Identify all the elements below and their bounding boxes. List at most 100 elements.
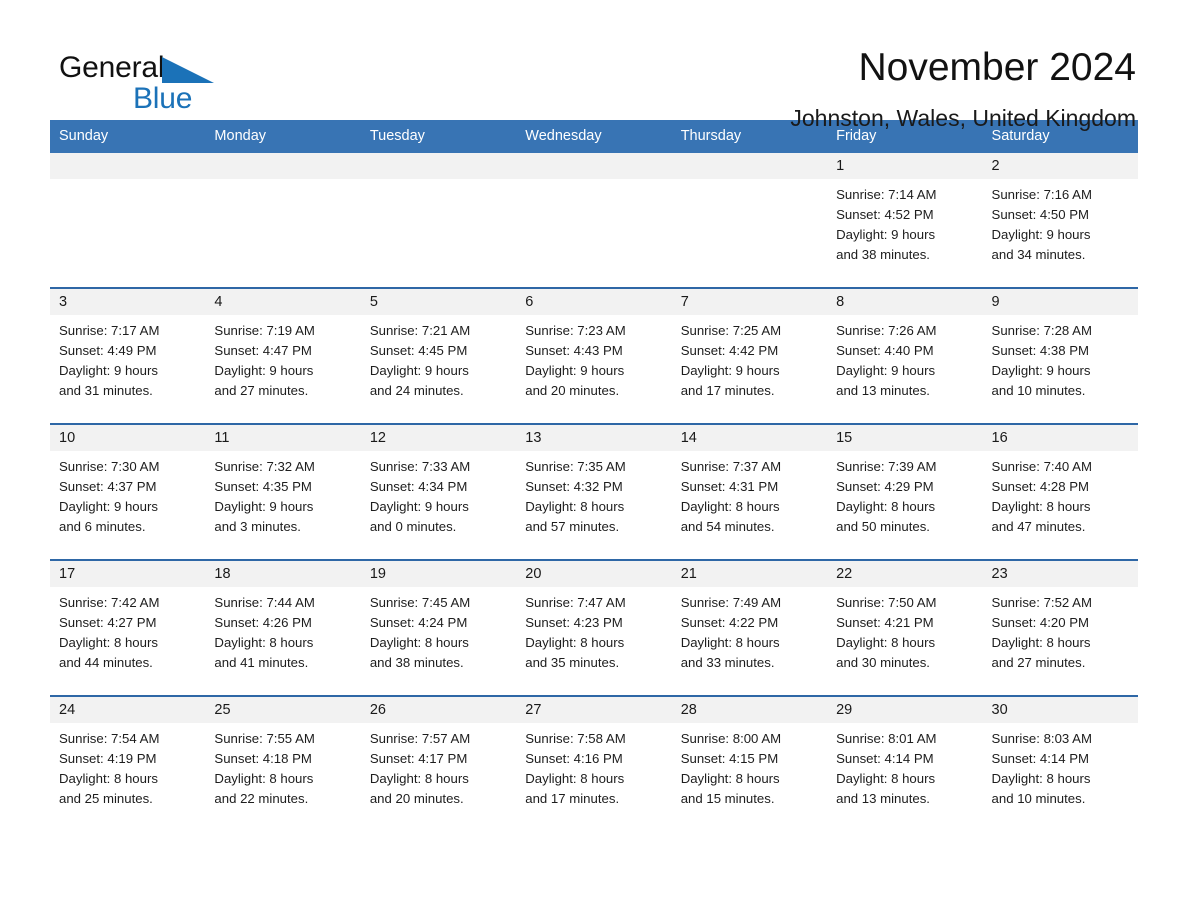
calendar-day-cell[interactable]: 15 Sunrise: 7:39 AM Sunset: 4:29 PM Dayligh… bbox=[827, 423, 983, 560]
day-sun-info: Sunrise: 7:54 AM Sunset: 4:19 PM Daylight:… bbox=[50, 723, 205, 809]
calendar-day-cell[interactable]: 26 Sunrise: 7:57 AM Sunset: 4:17 PM Dayligh… bbox=[360, 695, 517, 831]
calendar-day-cell[interactable]: 6 Sunrise: 7:23 AM Sunset: 4:43 PM Daylight… bbox=[516, 287, 672, 424]
calendar-day-cell[interactable] bbox=[516, 153, 672, 288]
calendar-day-cell[interactable]: 24 Sunrise: 7:54 AM Sunset: 4:19 PM Dayligh… bbox=[50, 695, 206, 831]
calendar-day-cell[interactable]: 18 Sunrise: 7:44 AM Sunset: 4:26 PM Dayligh… bbox=[205, 559, 361, 696]
day-cell-content: 11 Sunrise: 7:32 AM Sunset: 4:35 PM Dayligh… bbox=[205, 425, 361, 559]
sunrise-text: Sunrise: 7:50 AM bbox=[836, 595, 937, 610]
daylight-text-line2: and 24 minutes. bbox=[369, 383, 464, 398]
sunrise-text: Sunrise: 8:03 AM bbox=[991, 731, 1092, 746]
calendar-day-cell[interactable] bbox=[205, 153, 361, 288]
sunrise-text: Sunrise: 7:23 AM bbox=[525, 323, 626, 338]
day-number bbox=[205, 153, 361, 179]
day-cell-content: 10 Sunrise: 7:30 AM Sunset: 4:37 PM Dayligh… bbox=[50, 425, 206, 559]
calendar-day-cell[interactable]: 3 Sunrise: 7:17 AM Sunset: 4:49 PM Daylight… bbox=[50, 287, 206, 424]
daylight-text-line1: Daylight: 8 hours bbox=[836, 499, 936, 514]
day-cell-content: 22 Sunrise: 7:50 AM Sunset: 4:21 PM Dayligh… bbox=[827, 561, 983, 695]
calendar-day-cell[interactable]: 12 Sunrise: 7:33 AM Sunset: 4:34 PM Dayligh… bbox=[360, 423, 517, 560]
sunrise-text: Sunrise: 7:58 AM bbox=[525, 731, 626, 746]
day-sun-info: Sunrise: 7:30 AM Sunset: 4:37 PM Daylight:… bbox=[50, 451, 205, 537]
calendar-day-cell[interactable]: 8 Sunrise: 7:26 AM Sunset: 4:40 PM Daylight… bbox=[827, 287, 983, 424]
day-number: 4 bbox=[205, 289, 361, 315]
day-number: 10 bbox=[50, 425, 206, 451]
calendar-week-row: 10 Sunrise: 7:30 AM Sunset: 4:37 PM Dayligh… bbox=[50, 423, 1138, 560]
day-sun-info: Sunrise: 7:28 AM Sunset: 4:38 PM Daylight:… bbox=[983, 315, 1138, 401]
calendar-day-cell[interactable]: 13 Sunrise: 7:35 AM Sunset: 4:32 PM Dayligh… bbox=[516, 423, 672, 560]
calendar-day-cell[interactable]: 22 Sunrise: 7:50 AM Sunset: 4:21 PM Dayligh… bbox=[827, 559, 983, 696]
logo-triangle-icon bbox=[162, 57, 215, 83]
calendar-day-cell[interactable] bbox=[360, 153, 517, 288]
sunset-text: Sunset: 4:16 PM bbox=[525, 751, 623, 766]
sunset-text: Sunset: 4:24 PM bbox=[369, 615, 468, 630]
daylight-text-line1: Daylight: 9 hours bbox=[836, 227, 936, 242]
day-number: 28 bbox=[671, 697, 828, 723]
daylight-text-line2: and 54 minutes. bbox=[680, 519, 775, 534]
daylight-text-line1: Daylight: 8 hours bbox=[525, 771, 625, 786]
daylight-text-line2: and 27 minutes. bbox=[214, 383, 309, 398]
day-cell-content: 4 Sunrise: 7:19 AM Sunset: 4:47 PM Daylight… bbox=[205, 289, 361, 423]
calendar-day-cell[interactable]: 11 Sunrise: 7:32 AM Sunset: 4:35 PM Dayligh… bbox=[205, 423, 361, 560]
calendar-day-cell[interactable]: 10 Sunrise: 7:30 AM Sunset: 4:37 PM Dayligh… bbox=[50, 423, 206, 560]
calendar-day-cell[interactable]: 27 Sunrise: 7:58 AM Sunset: 4:16 PM Dayligh… bbox=[516, 695, 672, 831]
daylight-text-line1: Daylight: 8 hours bbox=[836, 635, 936, 650]
calendar-day-cell[interactable]: 14 Sunrise: 7:37 AM Sunset: 4:31 PM Dayligh… bbox=[671, 423, 828, 560]
day-cell-content: 21 Sunrise: 7:49 AM Sunset: 4:22 PM Dayligh… bbox=[671, 561, 828, 695]
calendar-day-cell[interactable] bbox=[671, 153, 828, 288]
calendar-day-cell[interactable]: 16 Sunrise: 7:40 AM Sunset: 4:28 PM Dayligh… bbox=[982, 423, 1138, 560]
day-cell-content: 8 Sunrise: 7:26 AM Sunset: 4:40 PM Daylight… bbox=[827, 289, 983, 423]
day-cell-content: 17 Sunrise: 7:42 AM Sunset: 4:27 PM Dayligh… bbox=[50, 561, 206, 695]
calendar-day-cell[interactable]: 7 Sunrise: 7:25 AM Sunset: 4:42 PM Daylight… bbox=[671, 287, 828, 424]
calendar-day-cell[interactable]: 28 Sunrise: 8:00 AM Sunset: 4:15 PM Dayligh… bbox=[671, 695, 828, 831]
day-sun-info: Sunrise: 7:17 AM Sunset: 4:49 PM Daylight:… bbox=[50, 315, 205, 401]
day-cell-content: 20 Sunrise: 7:47 AM Sunset: 4:23 PM Dayligh… bbox=[516, 561, 672, 695]
day-cell-content: 12 Sunrise: 7:33 AM Sunset: 4:34 PM Dayligh… bbox=[360, 425, 517, 559]
calendar-day-cell[interactable] bbox=[50, 153, 206, 288]
calendar-day-cell[interactable]: 30 Sunrise: 8:03 AM Sunset: 4:14 PM Dayligh… bbox=[982, 695, 1138, 831]
calendar-day-cell[interactable]: 9 Sunrise: 7:28 AM Sunset: 4:38 PM Daylight… bbox=[982, 287, 1138, 424]
day-number: 9 bbox=[982, 289, 1138, 315]
calendar-day-cell[interactable]: 19 Sunrise: 7:45 AM Sunset: 4:24 PM Dayligh… bbox=[360, 559, 517, 696]
day-number: 20 bbox=[516, 561, 672, 587]
calendar-day-cell[interactable]: 5 Sunrise: 7:21 AM Sunset: 4:45 PM Daylight… bbox=[360, 287, 517, 424]
logo-top-row: General bbox=[59, 52, 259, 86]
logo-text-general: General bbox=[59, 51, 165, 84]
sunset-text: Sunset: 4:40 PM bbox=[836, 343, 934, 358]
sunset-text: Sunset: 4:32 PM bbox=[525, 479, 623, 494]
day-cell-content: 28 Sunrise: 8:00 AM Sunset: 4:15 PM Dayligh… bbox=[671, 697, 828, 831]
calendar-day-cell[interactable]: 23 Sunrise: 7:52 AM Sunset: 4:20 PM Dayligh… bbox=[982, 559, 1138, 696]
calendar-day-cell[interactable]: 17 Sunrise: 7:42 AM Sunset: 4:27 PM Dayligh… bbox=[50, 559, 206, 696]
daylight-text-line1: Daylight: 8 hours bbox=[991, 499, 1091, 514]
day-number: 17 bbox=[50, 561, 206, 587]
sunrise-text: Sunrise: 7:52 AM bbox=[991, 595, 1092, 610]
calendar-day-cell[interactable]: 29 Sunrise: 8:01 AM Sunset: 4:14 PM Dayligh… bbox=[827, 695, 983, 831]
sunset-text: Sunset: 4:29 PM bbox=[836, 479, 934, 494]
sunrise-text: Sunrise: 7:30 AM bbox=[59, 459, 160, 474]
sunset-text: Sunset: 4:14 PM bbox=[836, 751, 934, 766]
daylight-text-line1: Daylight: 8 hours bbox=[525, 499, 625, 514]
daylight-text-line2: and 57 minutes. bbox=[525, 519, 620, 534]
daylight-text-line2: and 20 minutes. bbox=[369, 791, 464, 806]
day-cell-content: 15 Sunrise: 7:39 AM Sunset: 4:29 PM Dayligh… bbox=[827, 425, 983, 559]
daylight-text-line2: and 10 minutes. bbox=[991, 383, 1086, 398]
daylight-text-line1: Daylight: 8 hours bbox=[991, 771, 1091, 786]
day-number: 6 bbox=[516, 289, 672, 315]
daylight-text-line1: Daylight: 9 hours bbox=[525, 363, 625, 378]
day-sun-info: Sunrise: 7:16 AM Sunset: 4:50 PM Daylight:… bbox=[983, 179, 1138, 265]
general-blue-logo[interactable]: General Blue bbox=[59, 52, 259, 114]
daylight-text-line1: Daylight: 9 hours bbox=[836, 363, 936, 378]
calendar-day-cell[interactable]: 21 Sunrise: 7:49 AM Sunset: 4:22 PM Dayligh… bbox=[671, 559, 828, 696]
calendar-page: General Blue November 2024 Johnston, Wal… bbox=[0, 0, 1188, 918]
calendar-day-cell[interactable]: 25 Sunrise: 7:55 AM Sunset: 4:18 PM Dayligh… bbox=[205, 695, 361, 831]
day-cell-content: 13 Sunrise: 7:35 AM Sunset: 4:32 PM Dayligh… bbox=[516, 425, 672, 559]
logo-text-blue: Blue bbox=[133, 82, 193, 115]
daylight-text-line1: Daylight: 8 hours bbox=[369, 635, 469, 650]
calendar-day-cell[interactable]: 20 Sunrise: 7:47 AM Sunset: 4:23 PM Dayligh… bbox=[516, 559, 672, 696]
calendar-day-cell[interactable]: 4 Sunrise: 7:19 AM Sunset: 4:47 PM Daylight… bbox=[205, 287, 361, 424]
calendar-day-cell[interactable]: 1 Sunrise: 7:14 AM Sunset: 4:52 PM Daylight… bbox=[827, 153, 983, 288]
calendar-day-cell[interactable]: 2 Sunrise: 7:16 AM Sunset: 4:50 PM Daylight… bbox=[982, 153, 1138, 288]
daylight-text-line1: Daylight: 8 hours bbox=[680, 771, 780, 786]
daylight-text-line2: and 35 minutes. bbox=[525, 655, 620, 670]
sunset-text: Sunset: 4:52 PM bbox=[836, 207, 934, 222]
day-cell-content: 2 Sunrise: 7:16 AM Sunset: 4:50 PM Daylight… bbox=[982, 153, 1138, 287]
day-number bbox=[50, 153, 206, 179]
